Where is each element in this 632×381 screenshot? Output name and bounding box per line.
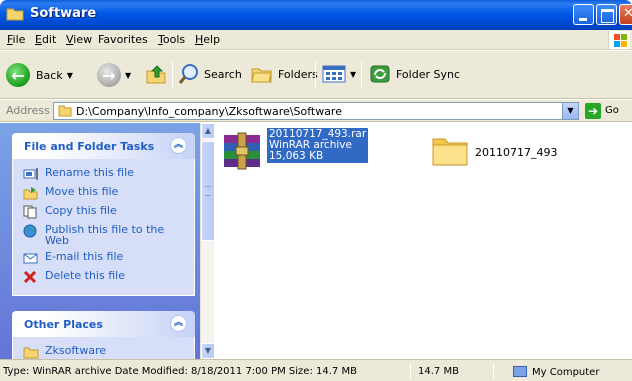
menu-bar: File Edit View Favorites Tools Help: [0, 30, 632, 50]
menu-file[interactable]: File: [7, 33, 25, 46]
task-publish-web[interactable]: Publish this file to the Web: [23, 224, 194, 246]
chevron-up-icon: ▲: [204, 126, 212, 135]
windows-logo-icon: [608, 31, 630, 49]
folders-button[interactable]: Folders: [250, 63, 318, 85]
move-icon: [23, 187, 38, 200]
search-icon: [178, 64, 198, 84]
folder-name: 20110717_493: [475, 146, 558, 159]
search-label: Search: [204, 67, 242, 81]
scroll-up-button[interactable]: ▲: [201, 123, 215, 139]
chevron-down-icon: ▼: [567, 106, 574, 115]
menu-favorites[interactable]: Favorites: [98, 33, 148, 46]
status-location: My Computer: [513, 366, 599, 378]
place-zksoftware[interactable]: Zksoftware: [23, 345, 194, 359]
delete-icon: [23, 270, 37, 284]
back-arrow-icon: ←: [6, 63, 30, 87]
folder-icon: [58, 105, 72, 117]
chevron-down-icon: ▼: [66, 70, 73, 80]
search-button[interactable]: Search: [178, 63, 242, 85]
panel-header[interactable]: File and Folder Tasks ︽: [12, 133, 195, 159]
up-folder-icon: [146, 65, 166, 84]
collapse-chevron-icon[interactable]: ︽: [170, 315, 187, 332]
task-pane: File and Folder Tasks ︽ Rename this file…: [0, 123, 200, 359]
menu-tools[interactable]: Tools: [158, 33, 185, 46]
address-bar: Address D:\Company\Info_company\Zksoftwa…: [0, 100, 632, 122]
go-button[interactable]: ➔: [585, 103, 601, 119]
file-list: 20110717_493.rar WinRAR archive 15,063 K…: [215, 123, 632, 359]
chevron-down-icon: ▼: [350, 69, 357, 79]
back-label: Back: [36, 68, 63, 82]
panel-body: Rename this file Move this file Copy thi…: [12, 159, 195, 296]
winrar-archive-icon: [224, 132, 260, 170]
scroll-thumb[interactable]: [201, 141, 215, 241]
chevron-down-icon: ▼: [125, 70, 132, 80]
folder-sync-button[interactable]: Folder Sync: [369, 63, 460, 85]
maximize-button[interactable]: [596, 4, 617, 25]
file-label-selected: 20110717_493.rar WinRAR archive 15,063 K…: [267, 128, 369, 163]
panel-header[interactable]: Other Places ︽: [12, 311, 195, 337]
folder-icon: [432, 138, 468, 166]
views-button[interactable]: ▼: [322, 63, 356, 85]
folders-icon: [251, 68, 272, 83]
collapse-chevron-icon[interactable]: ︽: [170, 137, 187, 154]
task-email[interactable]: E-mail this file: [23, 251, 194, 265]
file-folder-tasks-panel: File and Folder Tasks ︽ Rename this file…: [12, 133, 195, 296]
folder-icon: [23, 347, 39, 359]
task-move[interactable]: Move this file: [23, 186, 194, 200]
go-arrow-icon: ➔: [587, 104, 599, 118]
views-icon: [322, 65, 346, 83]
go-label[interactable]: Go: [605, 105, 619, 116]
vertical-scrollbar[interactable]: ▲ ▼: [200, 123, 215, 359]
folder-icon: [6, 8, 24, 21]
panel-title: Other Places: [24, 318, 103, 331]
scroll-down-button[interactable]: ▼: [201, 343, 215, 359]
status-bar: Type: WinRAR archive Date Modified: 8/18…: [0, 359, 632, 381]
address-label: Address: [6, 104, 50, 117]
address-input[interactable]: D:\Company\Info_company\Zksoftware\Softw…: [53, 102, 579, 120]
task-rename[interactable]: Rename this file: [23, 167, 194, 181]
status-text: Type: WinRAR archive Date Modified: 8/18…: [3, 366, 357, 377]
menu-edit[interactable]: Edit: [35, 33, 56, 46]
forward-arrow-icon: →: [97, 63, 121, 87]
title-bar[interactable]: Software: [0, 0, 632, 30]
toolbar: ← Back ▼ → ▼ Search Folders ▼ Folder Syn…: [0, 51, 632, 99]
chevron-down-icon: ▼: [204, 346, 212, 355]
status-size: 14.7 MB: [418, 366, 459, 377]
file-item-folder[interactable]: 20110717_493: [425, 123, 585, 178]
copy-icon: [23, 205, 37, 219]
window-title: Software: [30, 6, 97, 21]
forward-button[interactable]: → ▼: [97, 63, 131, 87]
minimize-button[interactable]: [573, 4, 594, 25]
folders-label: Folders: [278, 67, 318, 81]
menu-help[interactable]: Help: [195, 33, 220, 46]
close-button[interactable]: [619, 4, 632, 25]
panel-title: File and Folder Tasks: [24, 140, 155, 153]
menu-view[interactable]: View: [66, 33, 92, 46]
back-button[interactable]: ← Back ▼: [6, 63, 73, 87]
task-copy[interactable]: Copy this file: [23, 205, 194, 219]
folder-sync-label: Folder Sync: [396, 67, 461, 81]
email-icon: [23, 253, 38, 264]
computer-icon: [513, 366, 527, 377]
task-delete[interactable]: Delete this file: [23, 270, 194, 284]
rename-icon: [23, 168, 38, 180]
publish-web-icon: [23, 224, 37, 238]
file-item-rar[interactable]: 20110717_493.rar WinRAR archive 15,063 K…: [215, 123, 395, 178]
panel-body: Zksoftware: [12, 337, 195, 359]
address-dropdown-button[interactable]: ▼: [562, 103, 578, 119]
other-places-panel: Other Places ︽ Zksoftware: [12, 311, 195, 359]
file-size: 15,063 KB: [269, 150, 324, 162]
up-folder-button[interactable]: [145, 63, 167, 85]
address-path: D:\Company\Info_company\Zksoftware\Softw…: [76, 105, 342, 118]
folder-sync-icon: [370, 65, 390, 83]
